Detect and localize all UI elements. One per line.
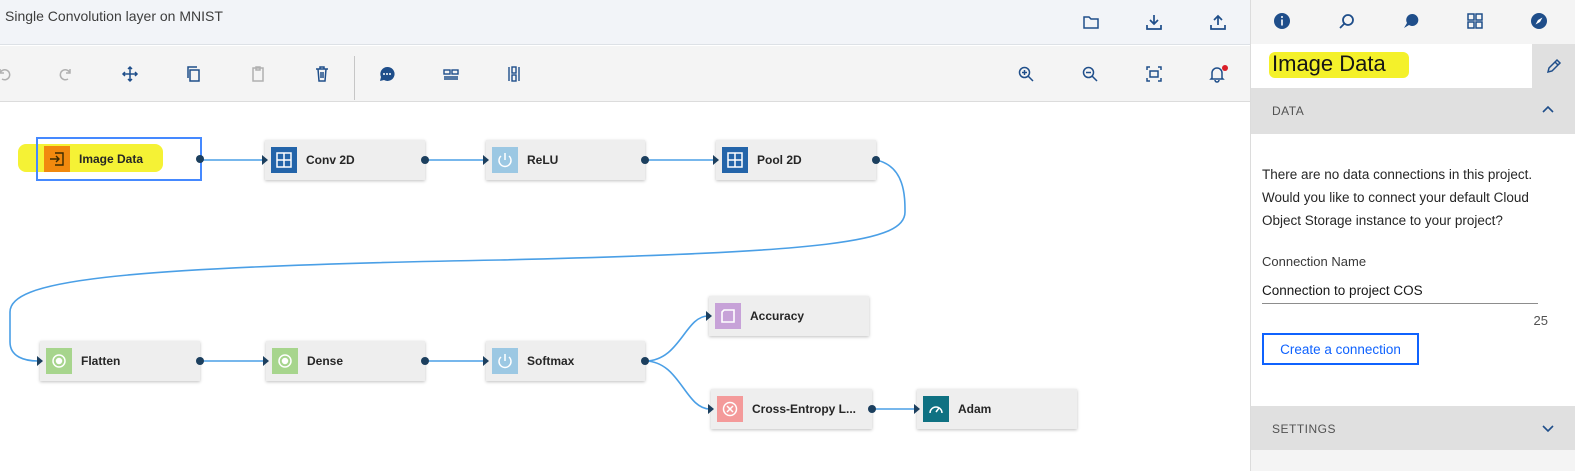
node-label: Pool 2D (757, 153, 802, 167)
radio-icon (272, 348, 298, 374)
input-port[interactable] (37, 356, 43, 366)
node-adam[interactable]: Adam (914, 389, 1077, 429)
properties-panel: Image Data DATA There are no data connec… (1250, 0, 1575, 471)
folder-icon[interactable] (1077, 8, 1105, 36)
zoom-to-fit-icon[interactable] (1140, 60, 1168, 88)
node-image-data[interactable]: Image Data (36, 137, 204, 181)
pencil-icon (1546, 58, 1562, 74)
power-icon (492, 348, 518, 374)
input-port[interactable] (262, 155, 268, 165)
toolbar-divider (354, 56, 355, 100)
notification-dot (1222, 65, 1228, 71)
input-port[interactable] (263, 356, 269, 366)
connection-name-label: Connection Name (1262, 254, 1367, 269)
flow-title: Single Convolution layer on MNIST (5, 8, 223, 24)
output-port[interactable] (421, 357, 429, 365)
input-port[interactable] (706, 311, 712, 321)
panel-header: Image Data (1251, 44, 1575, 88)
settings-section-title: SETTINGS (1272, 422, 1337, 436)
input-port[interactable] (708, 404, 714, 414)
node-label: Cross-Entropy L... (752, 402, 857, 416)
node-softmax[interactable]: Softmax (483, 341, 649, 381)
delete-icon[interactable] (308, 60, 336, 88)
grid-icon (271, 147, 297, 173)
palette-icon[interactable] (1398, 8, 1424, 34)
no-connections-message: There are no data connections in this pr… (1262, 167, 1533, 228)
data-section-header[interactable]: DATA (1251, 88, 1575, 134)
input-port[interactable] (914, 404, 920, 414)
input-port[interactable] (713, 155, 719, 165)
settings-section-header[interactable]: SETTINGS (1251, 406, 1575, 450)
output-port[interactable] (196, 357, 204, 365)
link-softmax-accuracy (644, 315, 709, 362)
output-port[interactable] (641, 357, 649, 365)
node-label: Conv 2D (306, 153, 355, 167)
panel-title: Image Data (1272, 51, 1386, 76)
data-input-icon (44, 146, 70, 172)
output-port[interactable] (421, 156, 429, 164)
download-icon[interactable] (1140, 8, 1168, 36)
character-count: 25 (1533, 313, 1548, 328)
gauge-icon (923, 396, 949, 422)
output-port[interactable] (868, 405, 876, 413)
node-label: ReLU (527, 153, 559, 167)
notifications-icon[interactable] (1203, 60, 1231, 88)
chevron-up-icon (1542, 105, 1554, 113)
canvas-toolbar (0, 46, 1250, 102)
compass-icon[interactable] (1526, 8, 1552, 34)
arrange-horizontal-icon[interactable] (437, 60, 465, 88)
dashboard-icon[interactable] (1462, 8, 1488, 34)
close-circle-icon (717, 396, 743, 422)
data-section-title: DATA (1272, 104, 1305, 118)
output-port[interactable] (641, 156, 649, 164)
create-connection-button[interactable]: Create a connection (1262, 333, 1419, 365)
node-label: Image Data (79, 152, 144, 166)
node-cross-entropy[interactable]: Cross-Entropy L... (708, 389, 876, 429)
input-port[interactable] (483, 155, 489, 165)
flow-canvas[interactable]: Image Data Conv 2D ReLU Pool 2D Flatten … (0, 102, 1250, 471)
redo-icon[interactable] (52, 60, 80, 88)
input-port[interactable] (483, 356, 489, 366)
connection-name-input[interactable] (1262, 278, 1538, 304)
undo-icon[interactable] (0, 60, 18, 88)
edit-title-button[interactable] (1532, 44, 1575, 88)
power-icon (492, 147, 518, 173)
panel-tabs (1251, 0, 1575, 40)
node-relu[interactable]: ReLU (483, 140, 649, 180)
move-icon[interactable] (116, 60, 144, 88)
node-label: Dense (307, 354, 344, 368)
node-pool2d[interactable]: Pool 2D (713, 140, 880, 180)
node-label: Flatten (81, 354, 121, 368)
upload-icon[interactable] (1204, 8, 1232, 36)
zoom-out-icon[interactable] (1076, 60, 1104, 88)
radio-icon (46, 348, 72, 374)
copy-icon[interactable] (180, 60, 208, 88)
info-icon[interactable] (1269, 8, 1295, 34)
chevron-down-icon (1542, 425, 1554, 433)
node-label: Accuracy (750, 309, 805, 323)
comment-icon[interactable] (373, 60, 401, 88)
link-softmax-crossentropy (644, 360, 711, 410)
node-accuracy[interactable]: Accuracy (706, 296, 869, 336)
top-bar: Single Convolution layer on MNIST (0, 0, 1250, 45)
square-icon (715, 303, 741, 329)
node-label: Softmax (527, 354, 575, 368)
arrange-vertical-icon[interactable] (501, 60, 529, 88)
output-port[interactable] (196, 155, 204, 163)
app-window: Single Convolution layer on MNIST Image … (0, 0, 1575, 471)
paste-icon[interactable] (244, 60, 272, 88)
data-section-body: There are no data connections in this pr… (1251, 134, 1575, 406)
node-label: Adam (958, 402, 992, 416)
node-flatten[interactable]: Flatten (37, 341, 204, 381)
node-dense[interactable]: Dense (263, 341, 429, 381)
zoom-in-icon[interactable] (1012, 60, 1040, 88)
output-port[interactable] (872, 156, 880, 164)
node-conv2d[interactable]: Conv 2D (262, 140, 429, 180)
search-icon[interactable] (1334, 8, 1360, 34)
grid-icon (722, 147, 748, 173)
